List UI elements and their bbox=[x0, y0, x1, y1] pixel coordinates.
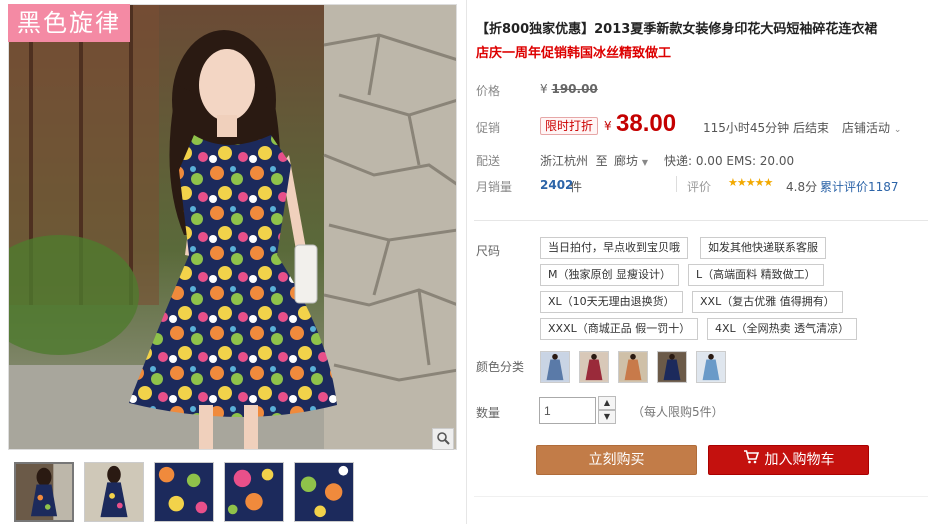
chevron-down-icon: ⌄ bbox=[893, 125, 902, 135]
shipping-label: 配送 bbox=[476, 154, 501, 168]
quantity-increase-button[interactable]: ▲ bbox=[598, 396, 616, 410]
quantity-limit-note: （每人限购5件） bbox=[632, 405, 724, 419]
original-price-currency: ¥ bbox=[540, 82, 548, 96]
thumbnail-1[interactable] bbox=[14, 462, 74, 522]
star-rating-icon: ★★★★★ bbox=[728, 176, 773, 189]
section-divider bbox=[474, 220, 928, 221]
size-option-xxxl[interactable]: XXXL（商城正品 假一罚十） bbox=[540, 318, 699, 340]
shipping-destination-dropdown[interactable]: 廊坊 ▼ bbox=[614, 152, 648, 169]
caret-down-icon: ▼ bbox=[641, 158, 648, 167]
shipping-from: 浙江杭州 至 bbox=[540, 152, 608, 169]
rating-score: 4.8分 bbox=[786, 180, 818, 194]
monthly-sales-count: 2402 bbox=[540, 178, 574, 192]
magnifier-icon bbox=[436, 431, 450, 448]
shipping-to-word: 至 bbox=[595, 154, 608, 168]
thumbnail-2[interactable] bbox=[84, 462, 144, 522]
quantity-input[interactable] bbox=[539, 397, 596, 424]
promo-badge: 限时打折 bbox=[540, 117, 599, 135]
buy-now-button[interactable]: 立刻购买 bbox=[536, 445, 697, 475]
zoom-button[interactable] bbox=[432, 428, 454, 450]
add-to-cart-button[interactable]: 加入购物车 bbox=[708, 445, 869, 475]
store-activity-dropdown[interactable]: 店铺活动 ⌄ bbox=[842, 119, 901, 136]
color-label: 颜色分类 bbox=[476, 360, 525, 374]
thumbnail-3[interactable] bbox=[154, 462, 214, 522]
size-option-l[interactable]: L（高端面料 精致做工） bbox=[688, 264, 824, 286]
quantity-label: 数量 bbox=[476, 406, 501, 420]
thumbnail-strip bbox=[14, 462, 354, 522]
promo-price: 38.00 bbox=[616, 110, 677, 137]
monthly-sales-unit: 件 bbox=[570, 180, 583, 194]
size-option-xl[interactable]: XL（10天无理由退换货） bbox=[540, 291, 683, 313]
brand-badge: 黑色旋律 bbox=[8, 4, 130, 42]
color-swatch-2[interactable] bbox=[579, 351, 609, 383]
separator bbox=[676, 176, 677, 192]
caret-down-icon: ▼ bbox=[603, 412, 611, 421]
color-swatch-5[interactable] bbox=[696, 351, 726, 383]
store-activity-label: 店铺活动 bbox=[842, 121, 891, 135]
size-label: 尺码 bbox=[476, 244, 501, 258]
price-label: 价格 bbox=[476, 84, 501, 98]
column-divider bbox=[466, 0, 467, 524]
size-option-4xl[interactable]: 4XL（全网热卖 透气清凉） bbox=[707, 318, 858, 340]
size-option-m[interactable]: M（独家原创 显瘦设计） bbox=[540, 264, 679, 286]
shipping-fees: 快递: 0.00 EMS: 20.00 bbox=[664, 154, 795, 168]
shipping-origin: 浙江杭州 bbox=[540, 154, 589, 168]
original-price-value: 190.00 bbox=[551, 82, 598, 96]
size-option-1[interactable]: 当日拍付，早点收到宝贝哦 bbox=[540, 237, 688, 259]
color-swatch-3[interactable] bbox=[618, 351, 648, 383]
shipping-destination: 廊坊 bbox=[614, 154, 639, 168]
caret-up-icon: ▲ bbox=[603, 398, 611, 407]
product-title: 【折800独家优惠】2013夏季新款女装修身印花大码短袖碎花连衣裙 bbox=[476, 22, 878, 37]
cart-icon bbox=[743, 446, 759, 474]
color-swatch-1[interactable] bbox=[540, 351, 570, 383]
thumbnail-4[interactable] bbox=[224, 462, 284, 522]
total-reviews-link[interactable]: 累计评价1187 bbox=[820, 178, 899, 195]
promo-label: 促销 bbox=[476, 121, 501, 135]
original-price: ¥ 190.00 bbox=[540, 82, 598, 96]
thumbnail-5[interactable] bbox=[294, 462, 354, 522]
promo-countdown: 115小时45分钟 后结束 bbox=[703, 121, 829, 135]
size-option-xxl[interactable]: XXL（复古优雅 值得拥有） bbox=[692, 291, 843, 313]
main-product-photo[interactable] bbox=[8, 4, 457, 450]
promo-price-currency: ¥ bbox=[604, 119, 612, 133]
size-option-2[interactable]: 如发其他快递联系客服 bbox=[700, 237, 826, 259]
bottom-divider bbox=[474, 496, 928, 497]
product-subtitle: 店庆一周年促销韩国冰丝精致做工 bbox=[476, 46, 672, 61]
add-to-cart-label: 加入购物车 bbox=[764, 452, 835, 468]
color-swatch-4[interactable] bbox=[657, 351, 687, 383]
rating-label: 评价 bbox=[687, 180, 712, 194]
monthly-sales-label: 月销量 bbox=[476, 180, 513, 194]
quantity-decrease-button[interactable]: ▼ bbox=[598, 410, 616, 424]
